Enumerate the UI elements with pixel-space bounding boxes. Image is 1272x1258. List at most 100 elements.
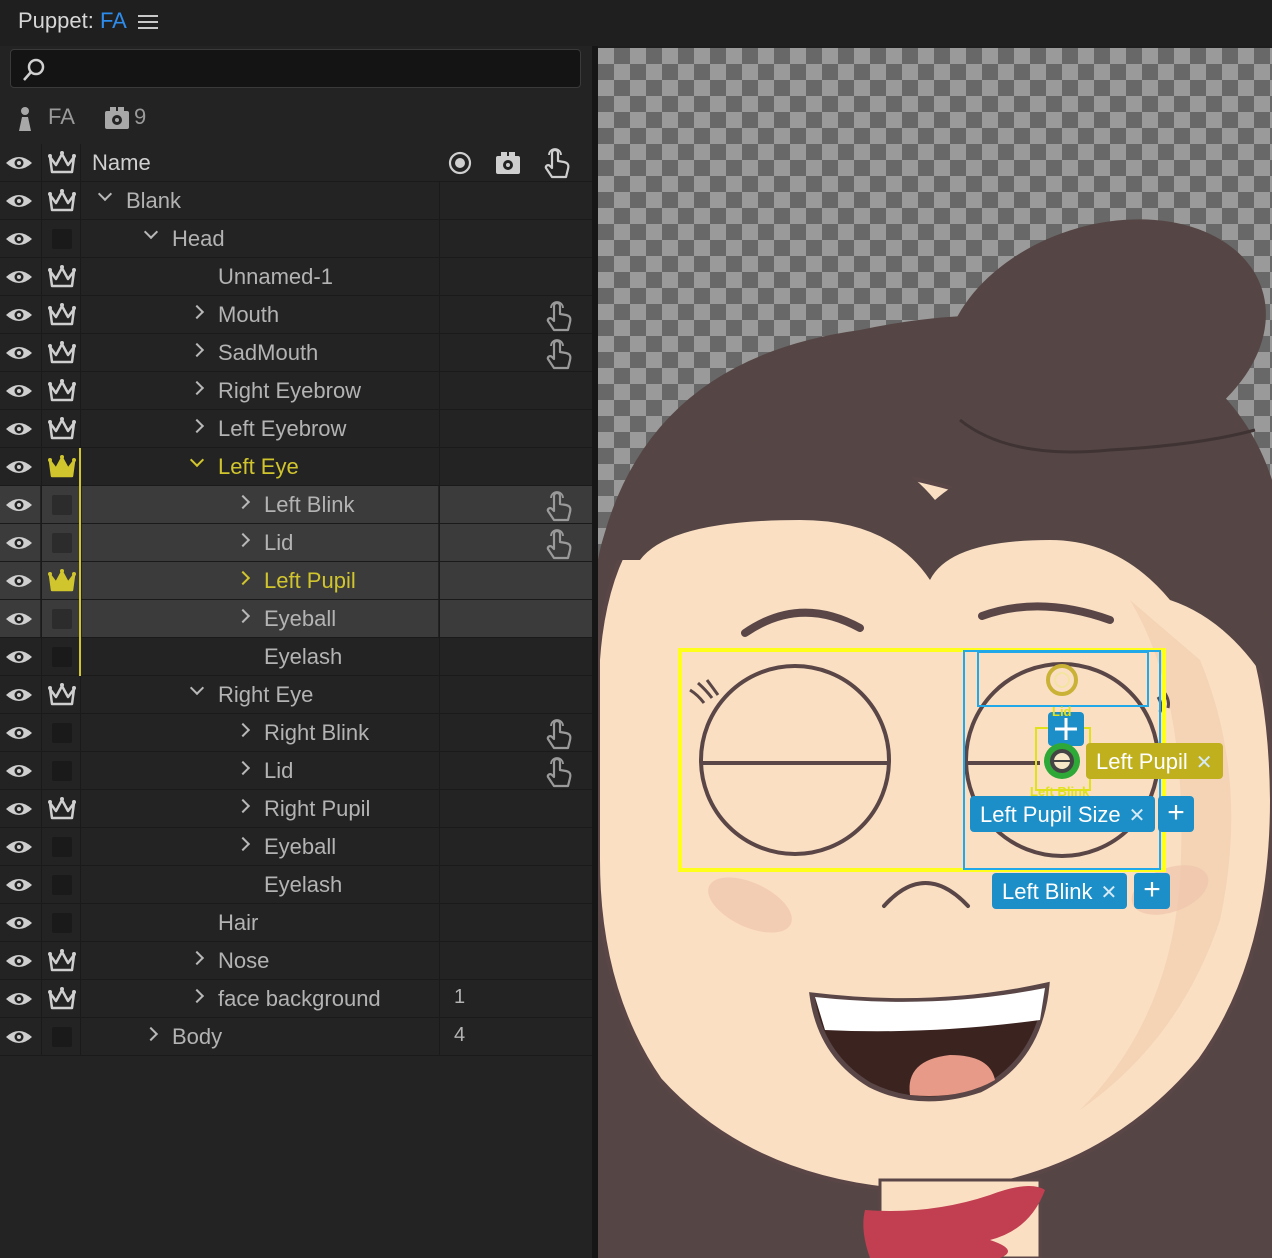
- hand-icon[interactable]: [544, 718, 574, 750]
- table-row[interactable]: Lid: [0, 752, 592, 790]
- crown-icon[interactable]: [48, 189, 76, 213]
- table-row[interactable]: Eyeball: [0, 828, 592, 866]
- eye-icon[interactable]: [4, 989, 34, 1009]
- eye-icon[interactable]: [4, 609, 34, 629]
- chevron-right-icon[interactable]: [189, 304, 205, 320]
- eye-icon[interactable]: [4, 305, 34, 325]
- eye-icon[interactable]: [4, 799, 34, 819]
- crown-icon[interactable]: [48, 455, 76, 479]
- chevron-down-icon[interactable]: [189, 680, 205, 696]
- left-pupil-size-tag[interactable]: Left Pupil Size ✕: [970, 796, 1156, 832]
- table-row[interactable]: Right Pupil: [0, 790, 592, 828]
- chevron-right-icon[interactable]: [235, 760, 251, 776]
- eye-icon[interactable]: [4, 343, 34, 363]
- left-blink-tag[interactable]: Left Blink ✕: [992, 873, 1128, 909]
- eye-icon[interactable]: [4, 191, 34, 211]
- search-input[interactable]: [55, 56, 555, 82]
- chevron-right-icon[interactable]: [235, 608, 251, 624]
- table-row[interactable]: Left Eye: [0, 448, 592, 486]
- eye-icon[interactable]: [4, 267, 34, 287]
- table-row[interactable]: Blank: [0, 182, 592, 220]
- crown-toggle-empty[interactable]: [52, 229, 72, 249]
- eye-icon[interactable]: [4, 153, 34, 173]
- crown-icon[interactable]: [48, 303, 76, 327]
- table-row[interactable]: Nose: [0, 942, 592, 980]
- puppet-name-link[interactable]: FA: [100, 8, 127, 33]
- table-row[interactable]: Hair: [0, 904, 592, 942]
- crown-toggle-empty[interactable]: [52, 913, 72, 933]
- chevron-down-icon[interactable]: [97, 186, 113, 202]
- table-row[interactable]: Lid: [0, 524, 592, 562]
- eye-icon[interactable]: [4, 1027, 34, 1047]
- crown-icon[interactable]: [48, 379, 76, 403]
- eye-icon[interactable]: [4, 723, 34, 743]
- crown-icon[interactable]: [48, 949, 76, 973]
- crown-toggle-empty[interactable]: [52, 723, 72, 743]
- chevron-right-icon[interactable]: [189, 988, 205, 1004]
- chevron-right-icon[interactable]: [189, 950, 205, 966]
- crown-icon[interactable]: [48, 569, 76, 593]
- remove-left-pupil-icon[interactable]: ✕: [1196, 750, 1213, 775]
- crown-icon[interactable]: [48, 265, 76, 289]
- table-row[interactable]: Left Pupil: [0, 562, 592, 600]
- column-header-name[interactable]: Name: [92, 150, 151, 176]
- hand-icon[interactable]: [544, 338, 574, 370]
- eye-icon[interactable]: [4, 533, 34, 553]
- crown-toggle-empty[interactable]: [52, 761, 72, 781]
- add-left-pupil-size-button[interactable]: +: [1158, 796, 1194, 832]
- eye-icon[interactable]: [4, 647, 34, 667]
- eye-icon[interactable]: [4, 913, 34, 933]
- eye-icon[interactable]: [4, 875, 34, 895]
- table-row[interactable]: Left Blink: [0, 486, 592, 524]
- hand-icon[interactable]: [544, 528, 574, 560]
- eye-icon[interactable]: [4, 381, 34, 401]
- hand-icon[interactable]: [544, 300, 574, 332]
- crown-toggle-empty[interactable]: [52, 609, 72, 629]
- table-row[interactable]: Head: [0, 220, 592, 258]
- crown-icon[interactable]: [48, 987, 76, 1011]
- crown-icon[interactable]: [48, 341, 76, 365]
- chevron-right-icon[interactable]: [235, 722, 251, 738]
- crown-toggle-empty[interactable]: [52, 647, 72, 667]
- crown-toggle-empty[interactable]: [52, 875, 72, 895]
- chevron-right-icon[interactable]: [189, 418, 205, 434]
- handle-column-icon[interactable]: [542, 147, 572, 179]
- table-row[interactable]: Right Blink: [0, 714, 592, 752]
- crown-toggle-empty[interactable]: [52, 495, 72, 515]
- table-row[interactable]: Body 4: [0, 1018, 592, 1056]
- crown-toggle-empty[interactable]: [52, 533, 72, 553]
- chevron-right-icon[interactable]: [189, 342, 205, 358]
- eye-icon[interactable]: [4, 685, 34, 705]
- table-row[interactable]: Eyelash: [0, 638, 592, 676]
- table-row[interactable]: Right Eye: [0, 676, 592, 714]
- eye-icon[interactable]: [4, 837, 34, 857]
- chevron-down-icon[interactable]: [189, 452, 205, 468]
- chevron-down-icon[interactable]: [143, 224, 159, 240]
- camera-column-icon[interactable]: [495, 151, 521, 175]
- eye-icon[interactable]: [4, 457, 34, 477]
- remove-left-blink-icon[interactable]: ✕: [1101, 880, 1118, 905]
- remove-left-pupil-size-icon[interactable]: ✕: [1129, 803, 1146, 828]
- hamburger-menu-icon[interactable]: [138, 12, 158, 30]
- search-box[interactable]: [10, 49, 581, 88]
- crown-toggle-empty[interactable]: [52, 837, 72, 857]
- chevron-right-icon[interactable]: [143, 1026, 159, 1042]
- crown-icon[interactable]: [48, 151, 76, 175]
- left-pupil-tag[interactable]: Left Pupil ✕: [1086, 743, 1223, 779]
- chevron-right-icon[interactable]: [235, 798, 251, 814]
- crown-icon[interactable]: [48, 683, 76, 707]
- hand-icon[interactable]: [544, 756, 574, 788]
- chevron-right-icon[interactable]: [235, 494, 251, 510]
- chevron-right-icon[interactable]: [235, 836, 251, 852]
- crown-icon[interactable]: [48, 797, 76, 821]
- eye-icon[interactable]: [4, 571, 34, 591]
- crown-icon[interactable]: [48, 417, 76, 441]
- eye-icon[interactable]: [4, 419, 34, 439]
- table-row[interactable]: Unnamed-1: [0, 258, 592, 296]
- chevron-right-icon[interactable]: [235, 570, 251, 586]
- table-row[interactable]: Mouth: [0, 296, 592, 334]
- table-row[interactable]: Eyeball: [0, 600, 592, 638]
- chevron-right-icon[interactable]: [235, 532, 251, 548]
- eye-icon[interactable]: [4, 495, 34, 515]
- hand-icon[interactable]: [544, 490, 574, 522]
